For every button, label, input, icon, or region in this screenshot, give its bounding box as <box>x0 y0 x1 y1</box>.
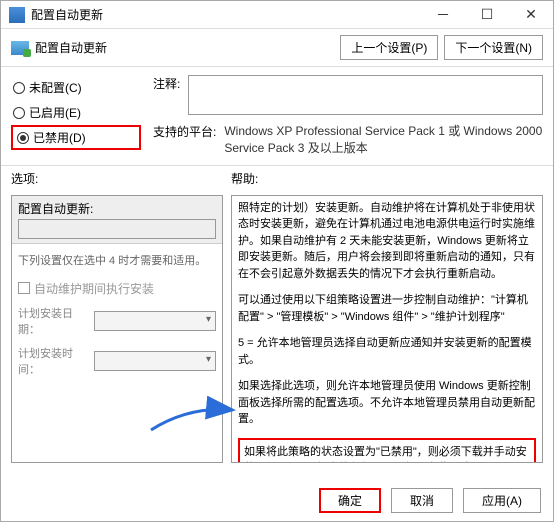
radio-label: 已禁用(D) <box>33 129 86 146</box>
sched-time-select[interactable] <box>94 351 216 371</box>
help-para: 5 = 允许本地管理员选择自动更新应通知并安装更新的配置模式。 <box>238 335 536 368</box>
policy-icon <box>11 41 29 55</box>
radio-input-icon <box>13 107 25 119</box>
subtitle-row: 配置自动更新 上一个设置(P) 下一个设置(N) <box>1 29 553 67</box>
title-bar: 配置自动更新 － ☐ ✕ <box>1 1 553 29</box>
highlight-disabled-radio: 已禁用(D) <box>11 125 141 150</box>
help-para: 如果选择此选项，则允许本地管理员使用 Windows 更新控制面板选择所需的配置… <box>238 378 536 428</box>
radio-input-icon <box>13 82 25 94</box>
comment-label: 注释: <box>153 75 180 92</box>
sched-day-row: 计划安装日期： <box>12 301 222 341</box>
config-right: 注释: 支持的平台: Windows XP Professional Servi… <box>153 75 543 157</box>
main-area: 配置自动更新: 下列设置仅在选中 4 时才需要和适用。 自动维护期间执行安装 计… <box>1 191 553 463</box>
config-area: 未配置(C) 已启用(E) 已禁用(D) 注释: 支持的平台: Windows … <box>1 67 553 166</box>
window-controls: － ☐ ✕ <box>421 1 553 28</box>
help-para-highlight: 如果将此策略的状态设置为"已禁用"，则必须下载并手动安装 Windows 更新中… <box>244 444 530 463</box>
window-title: 配置自动更新 <box>31 6 421 23</box>
cancel-button[interactable]: 取消 <box>391 488 453 513</box>
subtitle-text: 配置自动更新 <box>35 39 107 56</box>
maximize-button[interactable]: ☐ <box>465 1 509 28</box>
options-header: 选项: <box>11 170 231 187</box>
comment-input[interactable] <box>188 75 543 115</box>
radio-disabled[interactable]: 已禁用(D) <box>15 129 137 146</box>
sched-day-label: 计划安装日期： <box>18 305 88 337</box>
prev-setting-button[interactable]: 上一个设置(P) <box>340 35 438 60</box>
columns-header: 选项: 帮助: <box>1 166 553 191</box>
platform-label: 支持的平台: <box>153 123 216 140</box>
help-header: 帮助: <box>231 170 543 187</box>
cfg-update-label: 配置自动更新: <box>18 202 93 216</box>
radio-input-icon <box>17 132 29 144</box>
app-icon <box>9 7 25 23</box>
ok-button[interactable]: 确定 <box>319 488 381 513</box>
radio-label: 未配置(C) <box>29 79 82 96</box>
dialog-footer: 确定 取消 应用(A) <box>319 488 541 513</box>
sched-day-select[interactable] <box>94 311 216 331</box>
radio-label: 已启用(E) <box>29 104 81 121</box>
options-info-text: 下列设置仅在选中 4 时才需要和适用。 <box>12 244 222 276</box>
platform-value: Windows XP Professional Service Pack 1 或… <box>224 123 543 157</box>
auto-maint-check-row[interactable]: 自动维护期间执行安装 <box>12 276 222 301</box>
next-setting-button[interactable]: 下一个设置(N) <box>444 35 543 60</box>
help-para: 可以通过使用以下组策略设置进一步控制自动维护："计算机配置" > "管理模板" … <box>238 292 536 325</box>
radio-unconfigured[interactable]: 未配置(C) <box>11 75 141 100</box>
sched-time-row: 计划安装时间： <box>12 341 222 381</box>
minimize-button[interactable]: － <box>421 1 465 28</box>
sched-time-label: 计划安装时间： <box>18 345 88 377</box>
help-para: 照特定的计划）安装更新。自动维护将在计算机处于非使用状态时安装更新，避免在计算机… <box>238 200 536 283</box>
cfg-update-label-row: 配置自动更新: <box>12 196 222 244</box>
radio-group: 未配置(C) 已启用(E) 已禁用(D) <box>11 75 141 157</box>
close-button[interactable]: ✕ <box>509 1 553 28</box>
help-panel[interactable]: 照特定的计划）安装更新。自动维护将在计算机处于非使用状态时安装更新，避免在计算机… <box>231 195 543 463</box>
apply-button[interactable]: 应用(A) <box>463 488 541 513</box>
auto-maint-label: 自动维护期间执行安装 <box>34 280 154 297</box>
highlight-help-para: 如果将此策略的状态设置为"已禁用"，则必须下载并手动安装 Windows 更新中… <box>238 438 536 463</box>
annotation-arrow-icon <box>149 396 239 436</box>
checkbox-icon <box>18 282 30 294</box>
cfg-update-select[interactable] <box>18 219 216 239</box>
radio-enabled[interactable]: 已启用(E) <box>11 100 141 125</box>
